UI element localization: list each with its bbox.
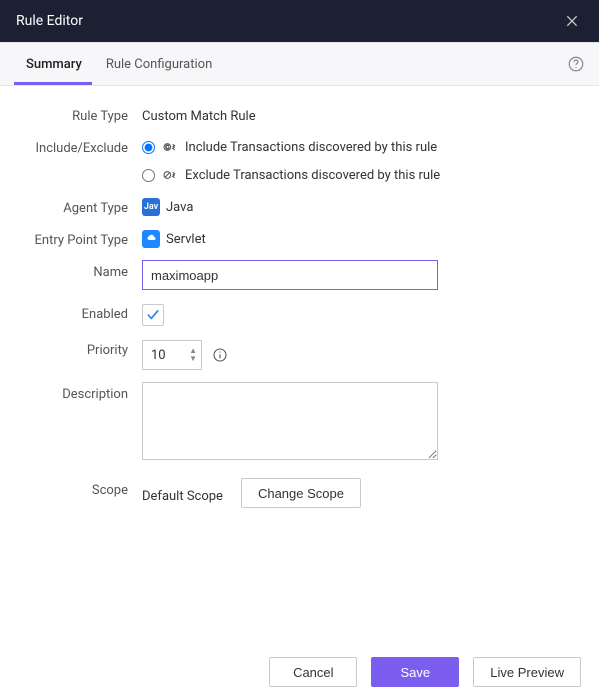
label-entry-point-type: Entry Point Type [24, 228, 142, 248]
radio-include-label: Include Transactions discovered by this … [185, 140, 437, 155]
active-tab-indicator [14, 82, 92, 85]
value-entry-point-type: Servlet [166, 232, 206, 247]
label-priority: Priority [24, 338, 142, 358]
priority-stepper[interactable]: 10 ▲ ▼ [142, 340, 202, 370]
tab-rule-configuration[interactable]: Rule Configuration [94, 43, 224, 85]
help-icon [567, 55, 585, 73]
enabled-checkbox[interactable] [142, 304, 164, 326]
svg-text:C: C [165, 145, 169, 151]
dialog-title: Rule Editor [16, 13, 83, 29]
help-button[interactable] [567, 43, 585, 85]
close-icon [564, 13, 580, 29]
label-include-exclude: Include/Exclude [24, 136, 142, 156]
tab-summary[interactable]: Summary [14, 43, 94, 85]
servlet-icon [142, 230, 160, 248]
label-agent-type: Agent Type [24, 196, 142, 216]
value-scope: Default Scope [142, 482, 223, 504]
cancel-button[interactable]: Cancel [269, 657, 357, 687]
include-icon: C [161, 138, 179, 156]
footer-buttons: Cancel Save Live Preview [0, 644, 599, 700]
label-rule-type: Rule Type [24, 104, 142, 124]
radio-exclude-row[interactable]: Exclude Transactions discovered by this … [142, 164, 575, 184]
radio-include[interactable] [142, 141, 155, 154]
tabs-bar: Summary Rule Configuration [0, 42, 599, 86]
radio-exclude-label: Exclude Transactions discovered by this … [185, 168, 440, 183]
label-enabled: Enabled [24, 302, 142, 322]
live-preview-button[interactable]: Live Preview [473, 657, 581, 687]
priority-info-button[interactable] [212, 347, 228, 363]
priority-down[interactable]: ▼ [189, 355, 197, 363]
value-rule-type: Custom Match Rule [142, 104, 575, 124]
value-agent-type: Java [166, 200, 193, 215]
info-icon [212, 347, 228, 363]
titlebar: Rule Editor [0, 0, 599, 42]
radio-include-row[interactable]: C Include Transactions discovered by thi… [142, 136, 575, 156]
radio-exclude[interactable] [142, 169, 155, 182]
priority-value: 10 [151, 348, 166, 363]
name-input[interactable] [142, 260, 438, 290]
label-scope: Scope [24, 478, 142, 498]
close-button[interactable] [561, 10, 583, 32]
check-icon [146, 308, 160, 322]
java-icon: Jav [142, 198, 160, 216]
save-button[interactable]: Save [371, 657, 459, 687]
label-name: Name [24, 260, 142, 280]
exclude-icon [161, 166, 179, 184]
description-textarea[interactable] [142, 382, 438, 460]
form-content: Rule Type Custom Match Rule Include/Excl… [0, 86, 599, 508]
change-scope-button[interactable]: Change Scope [241, 478, 361, 508]
label-description: Description [24, 382, 142, 402]
